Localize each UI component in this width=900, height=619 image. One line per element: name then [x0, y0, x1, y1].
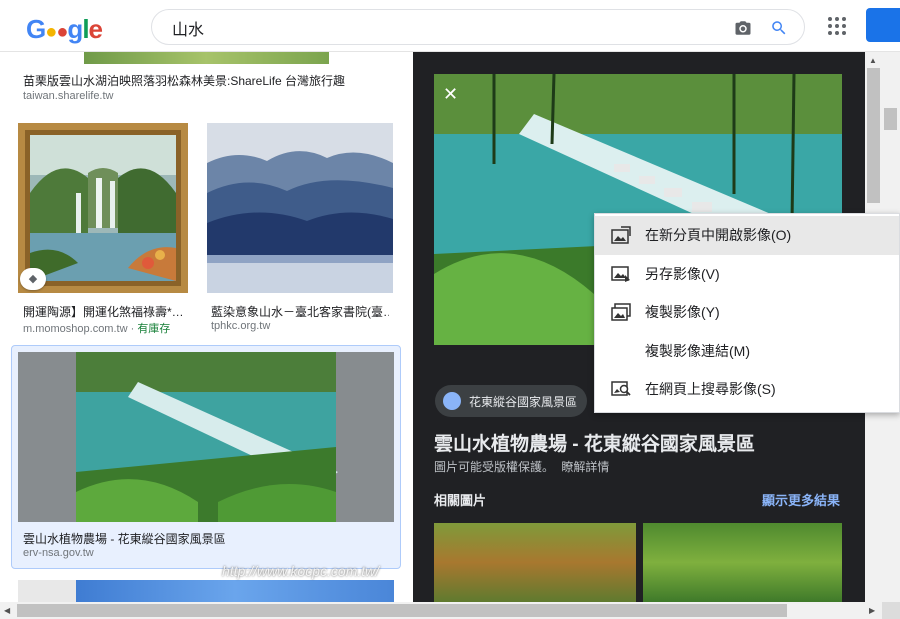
result-source-domain: m.momoshop.com.tw	[23, 323, 128, 335]
result-image-1[interactable]	[18, 123, 188, 293]
source-chip-label: 花東縱谷國家風景區	[469, 394, 578, 409]
close-icon[interactable]: ✕	[443, 84, 458, 105]
preview-title[interactable]: 雲山水植物農場 - 花東縱谷國家風景區	[434, 429, 755, 456]
learn-more-link[interactable]: 瞭解詳情	[561, 460, 609, 474]
panel-scroll-thumb[interactable]	[867, 68, 880, 203]
header-bar: G●●gle	[0, 0, 900, 52]
result-image-0[interactable]	[84, 52, 329, 64]
search-input[interactable]	[172, 18, 712, 38]
copyright-notice: 圖片可能受版權保護。 瞭解詳情	[434, 458, 609, 475]
context-menu: 在新分頁中開啟影像(O) 另存影像(V) 複製影像(Y) 複製影像連結(M) 在…	[594, 213, 900, 413]
scroll-left-arrow-icon[interactable]: ◀	[4, 606, 10, 615]
menu-item-label: 複製影像(Y)	[645, 304, 720, 321]
menu-item-save-image[interactable]: 另存影像(V)	[595, 255, 899, 294]
result-image-5[interactable]	[76, 580, 394, 602]
result-source: m.momoshop.com.tw · 有庫存	[23, 323, 171, 335]
menu-item-label: 在新分頁中開啟影像(O)	[645, 227, 792, 244]
results-column: 苗栗版雲山水湖泊映照落羽松森林美景:ShareLife 台灣旅行趣 taiwan…	[0, 52, 413, 602]
result-source: tphkc.org.tw	[211, 320, 271, 332]
menu-item-copy-image[interactable]: 複製影像(Y)	[595, 293, 899, 332]
camera-icon[interactable]	[734, 19, 752, 37]
related-images-heading: 相關圖片	[434, 493, 487, 508]
menu-item-open-image-new-tab[interactable]: 在新分頁中開啟影像(O)	[595, 216, 899, 255]
horizontal-scroll-thumb[interactable]	[17, 604, 787, 617]
show-more-link[interactable]: 顯示更多結果	[762, 490, 840, 509]
result-source: taiwan.sharelife.tw	[23, 90, 114, 102]
scroll-right-arrow-icon[interactable]: ▶	[869, 606, 875, 615]
copyright-text: 圖片可能受版權保護。	[434, 460, 555, 474]
result-caption[interactable]: 開運陶源】開運化煞福祿壽*…	[23, 303, 188, 320]
stock-status: 有庫存	[137, 323, 171, 335]
result-caption[interactable]: 雲山水植物農場 - 花東縱谷國家風景區	[23, 530, 383, 547]
sign-in-button[interactable]	[866, 8, 900, 42]
menu-item-label: 在網頁上搜尋影像(S)	[645, 381, 776, 398]
open-image-icon	[611, 226, 631, 244]
menu-item-label: 複製影像連結(M)	[645, 342, 750, 359]
copy-image-icon	[611, 303, 631, 321]
browser-viewport: G●●gle 苗栗版雲山水湖泊映照落羽松森林美景:ShareLife 台灣旅行趣…	[0, 0, 900, 619]
menu-item-copy-image-link[interactable]: 複製影像連結(M)	[595, 332, 899, 371]
result-image-3[interactable]	[18, 352, 394, 522]
result-caption[interactable]: 苗栗版雲山水湖泊映照落羽松森林美景:ShareLife 台灣旅行趣	[23, 72, 383, 89]
watermark-text: http://www.kocpc.com.tw/	[222, 563, 380, 579]
globe-icon	[443, 392, 461, 410]
search-image-icon	[611, 381, 631, 396]
scroll-up-arrow-icon[interactable]: ▲	[869, 56, 877, 65]
menu-item-search-image[interactable]: 在網頁上搜尋影像(S)	[595, 370, 899, 409]
tag-icon[interactable]: ◆	[20, 268, 46, 290]
related-image[interactable]	[434, 523, 636, 602]
apps-grid-icon[interactable]	[828, 17, 846, 35]
menu-item-label: 另存影像(V)	[645, 265, 720, 282]
result-caption[interactable]: 藍染意象山水－臺北客家書院(臺…	[211, 303, 389, 320]
horizontal-scrollbar[interactable]: ◀ ▶	[0, 602, 882, 619]
save-image-icon	[611, 265, 630, 282]
page-scroll-thumb[interactable]	[884, 108, 897, 130]
search-icon[interactable]	[770, 19, 788, 37]
result-source: erv-nsa.gov.tw	[23, 547, 94, 559]
result-image-2[interactable]	[207, 123, 393, 293]
google-logo[interactable]: G●●gle	[26, 14, 103, 45]
related-image[interactable]	[643, 523, 842, 602]
search-box	[151, 9, 805, 45]
source-chip[interactable]: 花東縱谷國家風景區	[435, 385, 588, 417]
scrollbar-corner	[882, 602, 900, 619]
